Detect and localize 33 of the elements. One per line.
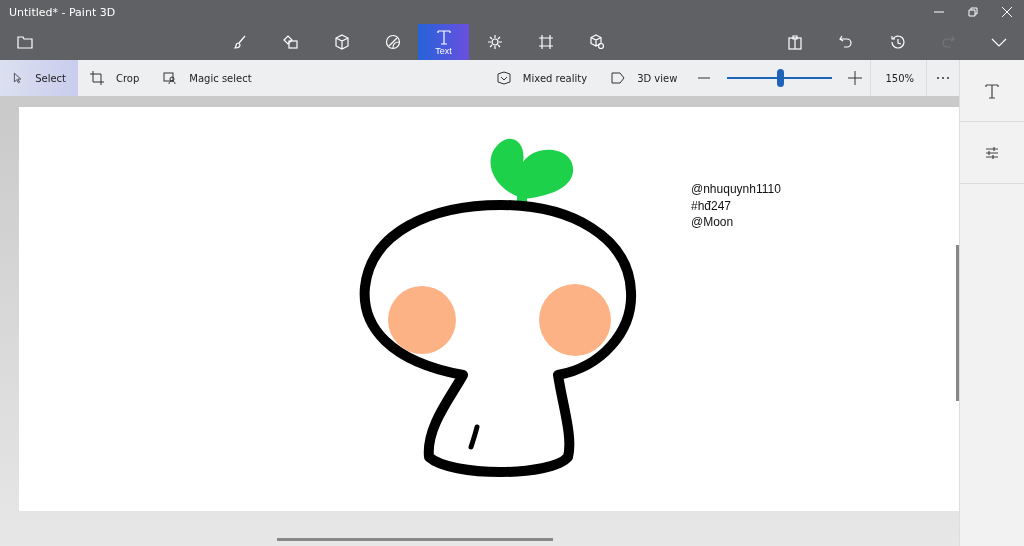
canvas-text: @nhuquynh1110 <box>691 181 781 198</box>
magic-tool[interactable]: Magic select <box>151 60 264 96</box>
text-icon <box>984 82 1000 99</box>
sticker-icon <box>384 34 401 50</box>
cube-icon <box>333 34 350 50</box>
close-icon <box>1001 6 1013 18</box>
mixed-button[interactable]: Mixed reality <box>484 60 600 96</box>
crop-icon <box>90 71 104 85</box>
restore-icon <box>967 6 979 18</box>
view-3d-icon <box>611 71 626 85</box>
magic-select-icon <box>163 71 178 85</box>
sliders-icon <box>984 144 1000 161</box>
folder-icon <box>17 35 33 49</box>
cursor-icon <box>12 71 24 85</box>
brush-icon <box>231 34 248 50</box>
more-icon <box>936 76 950 80</box>
window-title: Untitled* - Paint 3D <box>8 5 116 19</box>
mixed-reality-icon <box>496 71 511 85</box>
shapes-icon <box>282 34 299 50</box>
tool-tab[interactable]: Text <box>418 24 469 60</box>
crop-frame-icon <box>537 34 554 50</box>
view3d-button[interactable]: 3D view <box>599 60 690 96</box>
cube-search-icon <box>588 34 605 50</box>
canvas-text: #hđ247 <box>691 197 733 214</box>
text-icon <box>435 28 452 45</box>
zoom-slider[interactable] <box>727 69 833 87</box>
sun-icon <box>486 34 503 50</box>
vertical-scrollbar[interactable] <box>956 245 959 401</box>
canvas-text: @Moon <box>691 214 735 231</box>
crop-tool[interactable]: Crop <box>78 60 152 96</box>
plus-icon <box>848 71 863 85</box>
select-tool[interactable]: Select <box>0 60 78 96</box>
horizontal-scrollbar[interactable] <box>277 538 553 541</box>
